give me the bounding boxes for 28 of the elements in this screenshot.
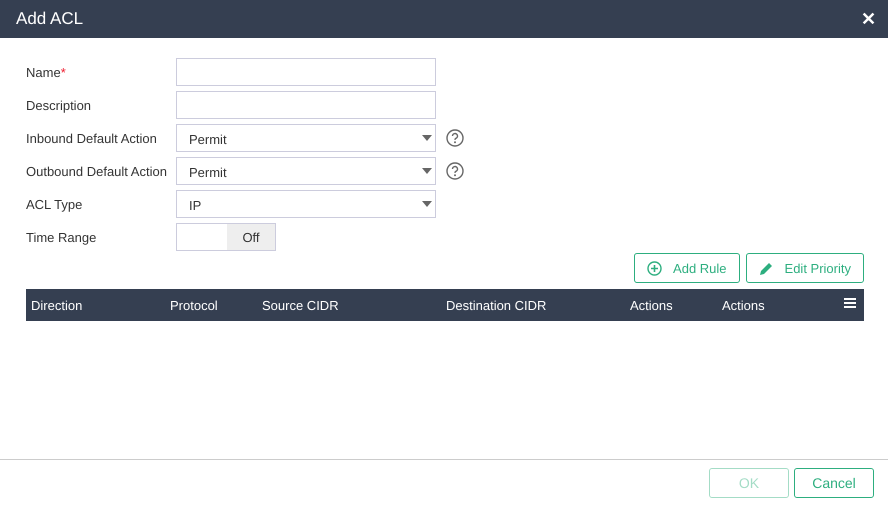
field-label: Description — [26, 98, 92, 112]
dropdown[interactable]: Permit — [176, 157, 436, 185]
menu-icon[interactable] — [844, 298, 856, 308]
field-label: Inbound Default Action — [26, 130, 158, 146]
field-label: Time Range — [26, 230, 98, 244]
column-header: Actions — [721, 298, 766, 312]
pencil-icon — [758, 260, 774, 276]
help-icon[interactable] — [446, 162, 464, 180]
column-header: Direction — [30, 298, 84, 312]
dropdown[interactable]: Permit — [176, 124, 436, 152]
field-label: Name* — [26, 64, 67, 80]
column-header: Source CIDR — [261, 298, 340, 312]
column-header: Destination CIDR — [445, 298, 548, 312]
input-field[interactable] — [176, 91, 436, 119]
toggle-switch[interactable]: Off — [176, 223, 276, 251]
window-title: Add ACL — [16, 9, 84, 29]
field-label: Outbound Default Action — [26, 164, 168, 178]
column-header: Actions — [629, 298, 674, 312]
caret-icon — [422, 135, 432, 141]
field-label: ACL Type — [26, 196, 84, 212]
caret-icon — [422, 201, 432, 207]
input-field[interactable] — [176, 58, 436, 86]
help-icon[interactable] — [446, 129, 464, 147]
close-button[interactable]: ✕ — [861, 8, 876, 30]
column-header: Protocol — [169, 298, 219, 312]
caret-icon — [422, 168, 432, 174]
dropdown[interactable]: IP — [176, 190, 436, 218]
plus-circle-icon — [647, 260, 662, 276]
